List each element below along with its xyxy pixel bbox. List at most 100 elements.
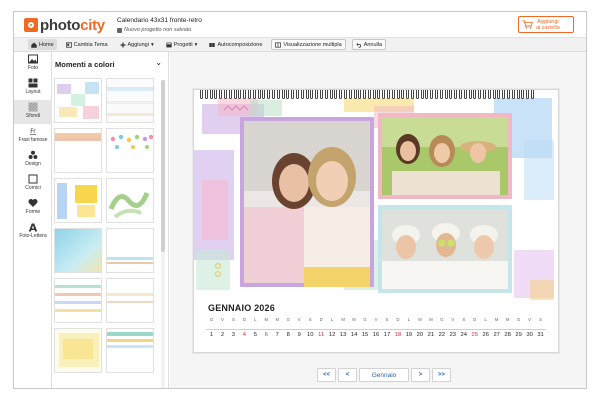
current-month-selector[interactable]: Gennaio (359, 368, 409, 382)
day-number: 15 (361, 332, 369, 338)
home-button[interactable]: Home (28, 39, 57, 50)
binding-ring (233, 90, 237, 99)
chevron-down-icon[interactable]: ⌄ (155, 58, 162, 67)
weekday-letter: D (473, 317, 477, 322)
next-page-button[interactable]: > (411, 368, 430, 382)
add-menu-button[interactable]: Aggiungi ▾ (117, 39, 157, 50)
background-thumbnail[interactable] (106, 78, 154, 123)
calendar-page[interactable]: GENNAIO 2026 G V S D L M M G V S D L M M G V S D L M M G V S D L M… (193, 89, 559, 353)
change-theme-button[interactable]: Cambia Tema (63, 39, 111, 50)
binding-ring (305, 90, 309, 99)
cart-icon (522, 20, 533, 29)
binding-ring (382, 90, 386, 99)
photo-slot-main[interactable] (240, 117, 374, 287)
month-pager: << < Gennaio > >> (317, 368, 451, 382)
last-page-button[interactable]: >> (432, 368, 451, 382)
save-disk-icon (117, 27, 122, 33)
photo-icon (28, 54, 38, 64)
day-number: 12 (328, 332, 336, 338)
logo-text-city: city (80, 16, 105, 34)
day-number: 9 (297, 332, 301, 338)
tool-layout-label: Layout (25, 89, 41, 95)
panel-scroll-thumb[interactable] (161, 80, 165, 252)
binding-ring (353, 90, 357, 99)
previous-page-button[interactable]: < (338, 368, 357, 382)
panel-scrollbar[interactable] (161, 80, 165, 388)
cart-label-line1: Aggiungi (537, 18, 559, 25)
binding-ring (334, 90, 338, 99)
tool-letter[interactable]: A Foto-Lettera (14, 220, 52, 244)
tool-shapes[interactable]: Forme (14, 196, 52, 220)
binding-ring (329, 90, 333, 99)
weekday-letter: V (374, 317, 378, 322)
binding-ring (473, 90, 477, 99)
add-to-cart-button[interactable]: Aggiungi al carrello (518, 16, 574, 33)
binding-ring (363, 90, 367, 99)
binding-ring (401, 90, 405, 99)
day-number: 30 (526, 332, 533, 338)
background-thumbnail[interactable] (106, 328, 154, 373)
binding-ring (526, 90, 530, 99)
background-thumbnail[interactable] (54, 128, 102, 173)
svg-text:Fr: Fr (30, 128, 36, 135)
tool-backgrounds[interactable]: Sfondi (14, 100, 52, 124)
backgrounds-panel: Momenti a colori ⌄ (52, 52, 169, 388)
binding-ring (406, 90, 410, 99)
logo-mark-icon (24, 18, 38, 32)
background-thumbnail[interactable] (106, 278, 154, 323)
cart-label-line2: al carrello (536, 24, 560, 31)
binding-ring (425, 90, 429, 99)
binding-ring (214, 90, 218, 99)
background-thumbnail[interactable] (54, 228, 102, 273)
tool-quotes[interactable]: Fr Frasi famose (14, 124, 52, 148)
letter-icon: A (29, 222, 38, 232)
background-thumbnail[interactable] (54, 78, 102, 123)
weekday-letter: S (385, 317, 389, 322)
weekday-letter: G (363, 317, 367, 322)
binding-ring (300, 90, 304, 99)
binding-ring (459, 90, 463, 99)
binding-ring (497, 90, 501, 99)
photo-spa-friends (378, 205, 512, 293)
day-number: 25 (471, 332, 478, 338)
weekday-letter: G (516, 317, 521, 322)
background-thumbnail[interactable] (54, 278, 102, 323)
photo-two-women-selfie (240, 117, 374, 287)
binding-ring (295, 90, 299, 99)
weekday-letter: S (308, 317, 312, 322)
first-page-button[interactable]: << (317, 368, 336, 382)
photocity-logo[interactable]: photo city (24, 16, 105, 34)
save-status: Nuovo progetto non salvato (117, 27, 191, 33)
projects-menu-button[interactable]: Progetti ▾ (163, 39, 201, 50)
binding-ring (415, 90, 419, 99)
weekday-letter: L (330, 317, 334, 322)
background-thumbnail[interactable] (106, 178, 154, 223)
weekday-letter: L (254, 317, 257, 322)
tool-shapes-label: Forme (25, 209, 41, 215)
tool-design[interactable]: Design (14, 148, 52, 172)
tool-frames[interactable]: Cornici (14, 172, 52, 196)
undo-label: Annulla (363, 41, 383, 48)
background-thumbnail[interactable] (54, 328, 102, 373)
month-title[interactable]: GENNAIO 2026 (208, 303, 275, 313)
binding-ring (291, 90, 295, 99)
binding-ring (521, 90, 525, 99)
binding-ring (271, 90, 275, 99)
day-number: 31 (537, 332, 544, 338)
weekday-letter: M (418, 317, 422, 322)
binding-ring (315, 90, 319, 99)
binding-ring (430, 90, 434, 99)
background-thumbnail[interactable] (54, 178, 102, 223)
autocompose-button[interactable]: Autocomposizione (206, 39, 265, 50)
background-thumbnail[interactable] (106, 128, 154, 173)
binding-ring (247, 90, 251, 99)
photo-slot-bottom-right[interactable] (378, 205, 512, 293)
binding-ring (219, 90, 223, 99)
tool-photo[interactable]: Foto (14, 52, 52, 76)
background-thumbnail[interactable] (106, 228, 154, 273)
tool-layout[interactable]: Layout (14, 76, 52, 100)
undo-button[interactable]: Annulla (351, 39, 387, 50)
photo-slot-top-right[interactable] (378, 113, 512, 199)
binding-ring (444, 90, 448, 99)
multiview-button[interactable]: Visualizzazione multipla (271, 39, 346, 50)
